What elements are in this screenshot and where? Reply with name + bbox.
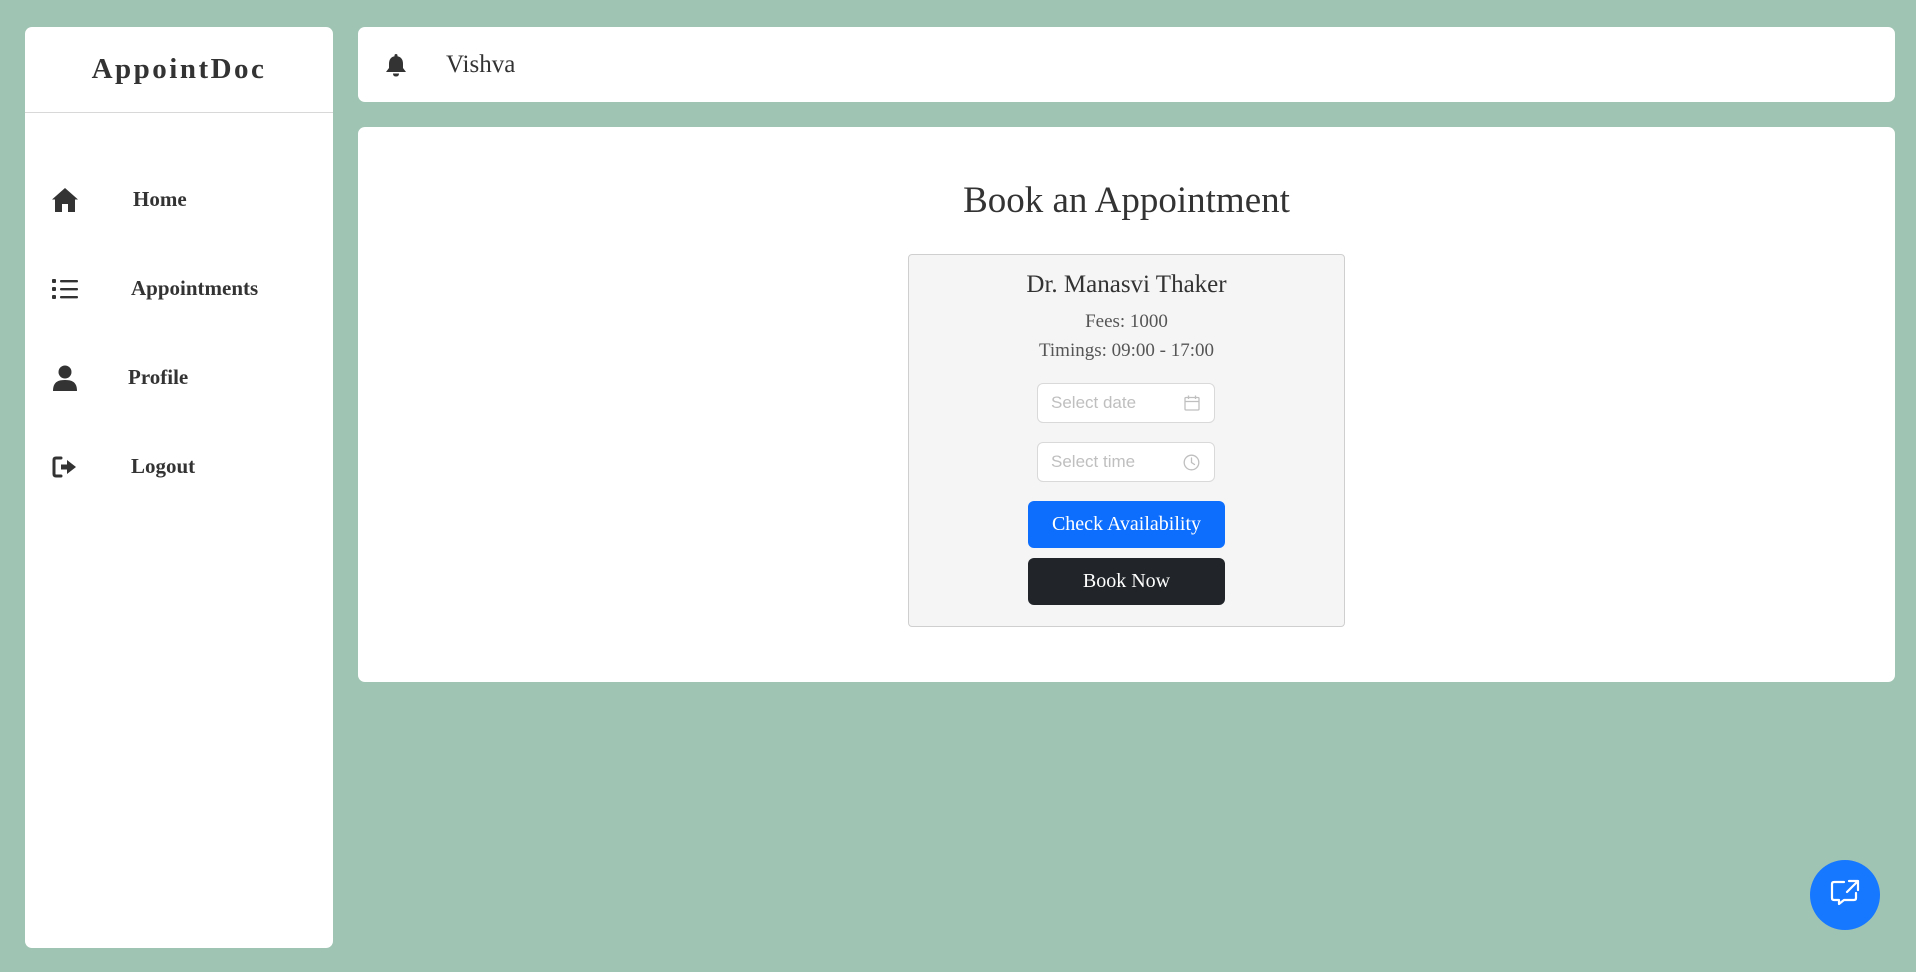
main-panel: Book an Appointment Dr. Manasvi Thaker F… <box>358 127 1895 682</box>
logout-icon <box>49 451 81 483</box>
date-picker[interactable] <box>1037 383 1215 423</box>
sidebar: AppointDoc Home Appointments Profile Log… <box>25 27 333 948</box>
book-now-button[interactable]: Book Now <box>1028 558 1225 605</box>
home-icon <box>49 184 81 216</box>
check-availability-button[interactable]: Check Availability <box>1028 501 1225 548</box>
sidebar-item-label: Appointments <box>131 276 259 300</box>
sidebar-item-home[interactable]: Home <box>25 181 333 218</box>
brand-logo[interactable]: AppointDoc <box>25 27 333 113</box>
time-input[interactable] <box>1051 452 1181 472</box>
page-title: Book an Appointment <box>963 180 1290 221</box>
doctor-fees: Fees: 1000 <box>1085 311 1168 332</box>
sidebar-nav: Home Appointments Profile Logout <box>25 113 333 485</box>
sidebar-item-label: Logout <box>131 454 196 478</box>
chat-icon <box>1830 879 1860 912</box>
date-input[interactable] <box>1051 393 1181 413</box>
sidebar-item-label: Home <box>133 187 187 211</box>
sidebar-item-profile[interactable]: Profile <box>25 359 333 396</box>
sidebar-item-appointments[interactable]: Appointments <box>25 270 333 307</box>
doctor-timings: Timings: 09:00 - 17:00 <box>1038 340 1215 361</box>
chat-button[interactable] <box>1810 860 1880 930</box>
username-label: Vishva <box>446 50 516 78</box>
clock-icon <box>1183 454 1200 476</box>
time-picker[interactable] <box>1037 442 1215 482</box>
sidebar-item-label: Profile <box>128 365 189 389</box>
list-icon <box>49 273 81 305</box>
user-icon <box>49 362 81 394</box>
top-bar: Vishva <box>358 27 1895 102</box>
doctor-name: Dr. Manasvi Thaker <box>1026 271 1227 298</box>
sidebar-item-logout[interactable]: Logout <box>25 448 333 485</box>
calendar-icon <box>1184 395 1200 416</box>
doctor-booking-card: Dr. Manasvi Thaker Fees: 1000 Timings: 0… <box>908 254 1345 627</box>
bell-icon[interactable] <box>382 51 410 79</box>
